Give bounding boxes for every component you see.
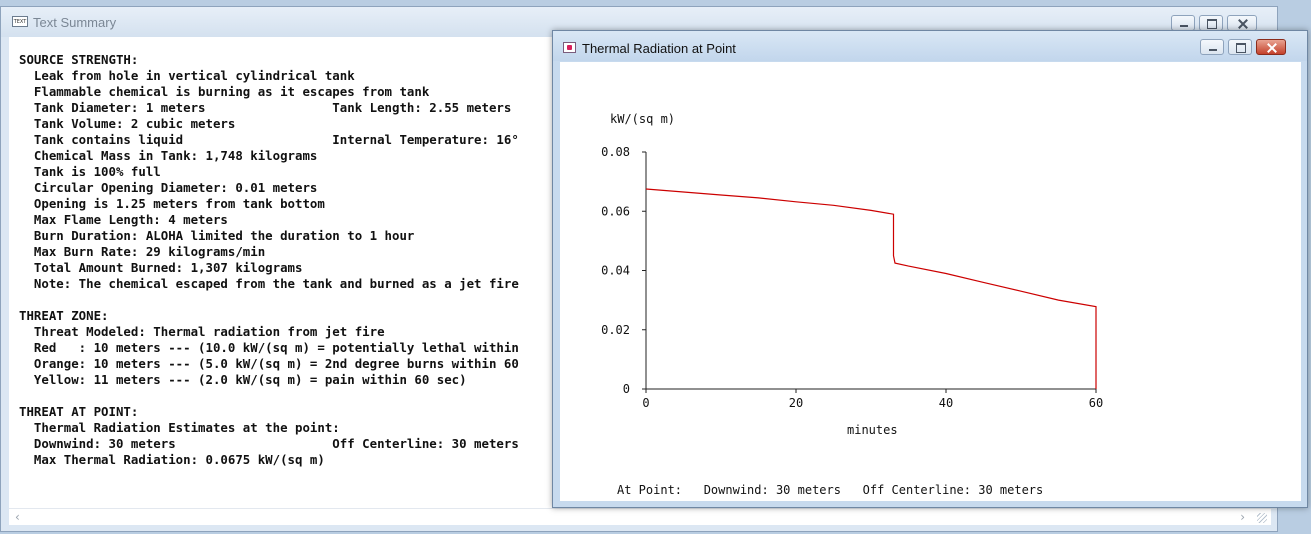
summary-line: Tank Volume: 2 cubic meters xyxy=(19,116,236,131)
summary-line xyxy=(19,292,519,308)
summary-line: Max Thermal Radiation: 0.0675 kW/(sq m) xyxy=(19,452,325,467)
text-document-icon: TEXT xyxy=(12,16,28,27)
summary-line: Opening is 1.25 meters from tank bottom xyxy=(19,196,325,211)
close-button[interactable] xyxy=(1227,15,1257,31)
minimize-button[interactable] xyxy=(1200,39,1224,55)
summary-line: Flammable chemical is burning as it esca… xyxy=(19,84,430,99)
y-tick-label: 0.02 xyxy=(601,323,630,337)
summary-line: THREAT AT POINT: xyxy=(19,404,139,419)
minimize-button[interactable] xyxy=(1171,15,1195,31)
x-tick-label: 60 xyxy=(1089,396,1103,410)
summary-line: Max Flame Length: 4 meters xyxy=(19,212,228,227)
plot-area: kW/(sq m) minutes 0 0.02 0.04 0.06 0.08 0 20 40… xyxy=(560,62,1301,501)
summary-line: Threat Modeled: Thermal radiation from j… xyxy=(19,324,385,339)
y-tick-label: 0 xyxy=(623,382,630,396)
summary-line: Orange: 10 meters --- (5.0 kW/(sq m) = 2… xyxy=(19,356,519,371)
maximize-button[interactable] xyxy=(1199,15,1223,31)
y-tick-label: 0.04 xyxy=(601,264,630,278)
text-summary-title: Text Summary xyxy=(33,15,117,30)
summary-line: Tank contains liquid Internal Temperatur… xyxy=(19,132,519,147)
scroll-left-icon[interactable]: ‹ xyxy=(15,510,20,524)
summary-line: Max Burn Rate: 29 kilograms/min xyxy=(19,244,266,259)
thermal-radiation-chart: kW/(sq m) minutes 0 0.02 0.04 0.06 0.08 0 20 40… xyxy=(601,112,1103,497)
x-tick-label: 40 xyxy=(939,396,953,410)
summary-line: Yellow: 11 meters --- (2.0 kW/(sq m) = p… xyxy=(19,372,467,387)
summary-line: Tank is 100% full xyxy=(19,164,161,179)
summary-line: Total Amount Burned: 1,307 kilograms xyxy=(19,260,303,275)
summary-line: Thermal Radiation Estimates at the point… xyxy=(19,420,340,435)
summary-line: Chemical Mass in Tank: 1,748 kilograms xyxy=(19,148,318,163)
y-tick-label: 0.08 xyxy=(601,145,630,159)
at-point-footer: At Point: Downwind: 30 meters Off Center… xyxy=(617,483,1043,497)
summary-line: Burn Duration: ALOHA limited the duratio… xyxy=(19,228,415,243)
scroll-right-icon[interactable]: › xyxy=(1240,510,1245,524)
thermal-radiation-series-line xyxy=(645,188,1097,389)
x-tick-label: 0 xyxy=(642,396,649,410)
x-tick-label: 20 xyxy=(789,396,803,410)
y-axis-label: kW/(sq m) xyxy=(610,112,675,126)
summary-line: Tank Diameter: 1 meters Tank Length: 2.5… xyxy=(19,100,512,115)
summary-line: Circular Opening Diameter: 0.01 meters xyxy=(19,180,318,195)
close-button[interactable] xyxy=(1256,39,1286,55)
thermal-radiation-titlebar[interactable]: Thermal Radiation at Point xyxy=(553,31,1307,61)
summary-line: Note: The chemical escaped from the tank… xyxy=(19,276,519,291)
summary-line: Leak from hole in vertical cylindrical t… xyxy=(19,68,355,83)
resize-grip-icon[interactable] xyxy=(1257,513,1267,523)
thermal-radiation-title: Thermal Radiation at Point xyxy=(582,41,736,56)
summary-text: SOURCE STRENGTH: Leak from hole in verti… xyxy=(19,52,519,468)
thermal-radiation-window: Thermal Radiation at Point kW/(sq m) min… xyxy=(552,30,1308,508)
summary-line: THREAT ZONE: xyxy=(19,308,109,323)
graph-window-icon xyxy=(563,42,576,53)
summary-line: Red : 10 meters --- (10.0 kW/(sq m) = po… xyxy=(19,340,519,355)
summary-line: Downwind: 30 meters Off Centerline: 30 m… xyxy=(19,436,519,451)
summary-line xyxy=(19,388,519,404)
x-axis-label: minutes xyxy=(847,423,898,437)
maximize-button[interactable] xyxy=(1228,39,1252,55)
horizontal-scrollbar[interactable]: ‹ › xyxy=(9,508,1271,525)
summary-line: SOURCE STRENGTH: xyxy=(19,52,139,67)
y-tick-label: 0.06 xyxy=(601,204,630,218)
